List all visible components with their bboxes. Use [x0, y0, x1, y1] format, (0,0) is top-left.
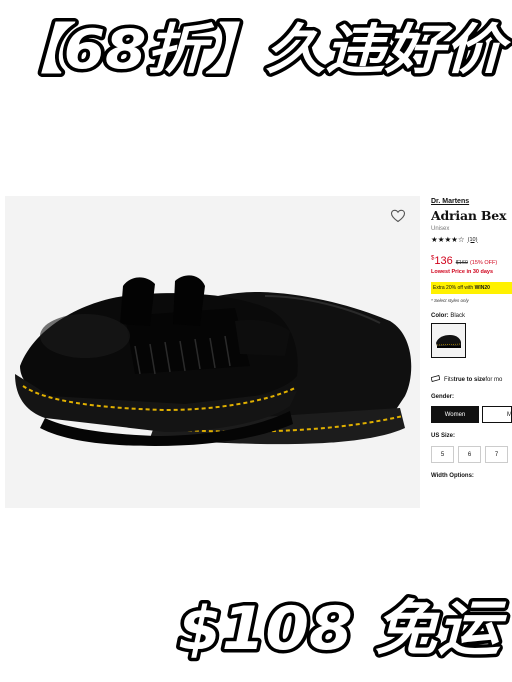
- size-option[interactable]: 7: [485, 446, 508, 463]
- size-options: 5 6 7: [431, 446, 512, 463]
- gender-options: Women M: [431, 406, 512, 423]
- select-styles-note: * Select styles only: [431, 298, 469, 303]
- bottom-banner-text: $108 免运: [178, 594, 507, 664]
- swatch-shoe-thumbnail: [436, 334, 462, 348]
- product-name: Adrian Bex: [431, 208, 507, 223]
- favorite-heart-icon[interactable]: [390, 208, 406, 224]
- bottom-promo-banner: $108 免运: [0, 585, 512, 670]
- size-option[interactable]: 6: [458, 446, 481, 463]
- fit-bold: true to size: [453, 376, 486, 383]
- color-swatch-black[interactable]: [431, 323, 466, 358]
- ruler-icon: [431, 375, 441, 384]
- fit-prefix: Fits: [444, 376, 454, 383]
- promo-code: WIN20: [474, 285, 490, 291]
- size-option[interactable]: 5: [431, 446, 454, 463]
- color-value: Black: [450, 313, 466, 319]
- fit-info[interactable]: Fits true to size for mo: [431, 375, 512, 384]
- gender-option-women[interactable]: Women: [431, 406, 479, 423]
- product-image[interactable]: [5, 196, 420, 508]
- price-row: $136 $160 (15% OFF): [431, 255, 512, 267]
- color-label: Color:: [431, 313, 449, 319]
- review-count-link[interactable]: (10): [468, 237, 478, 243]
- width-options-label: Width Options:: [431, 473, 474, 479]
- bottom-banner-svg: $108 免运: [175, 591, 511, 668]
- current-price: $136: [431, 255, 453, 267]
- loafer-shoes-image: [15, 275, 412, 446]
- discount-percent: (15% OFF): [469, 260, 498, 266]
- rating-stars-icon: ★★★★☆: [431, 235, 465, 244]
- product-gender: Unisex: [431, 226, 450, 232]
- price-value: 136: [434, 255, 453, 267]
- size-label: US Size:: [431, 433, 456, 439]
- fit-suffix: for mo: [485, 376, 503, 383]
- top-banner-text: 【68折】久违好价: [4, 18, 512, 81]
- lowest-price-note: Lowest Price in 30 days: [431, 269, 494, 275]
- promo-banner: Extra 20% off with WIN20: [431, 282, 512, 294]
- rating-row[interactable]: ★★★★☆ (10): [431, 235, 512, 244]
- gender-option-men[interactable]: M: [482, 406, 512, 423]
- top-banner-svg: 【68折】久违好价: [1, 15, 512, 85]
- brand-link[interactable]: Dr. Martens: [431, 198, 512, 205]
- top-promo-banner: 【68折】久违好价: [0, 12, 512, 92]
- msrp-price: $160: [455, 260, 468, 266]
- color-label-row: Color: Black: [431, 313, 512, 319]
- promo-text: Extra 20% off with: [433, 285, 475, 291]
- gender-label: Gender:: [431, 394, 455, 400]
- product-info-panel: Dr. Martens Adrian Bex Unisex ★★★★☆ (10)…: [431, 196, 512, 479]
